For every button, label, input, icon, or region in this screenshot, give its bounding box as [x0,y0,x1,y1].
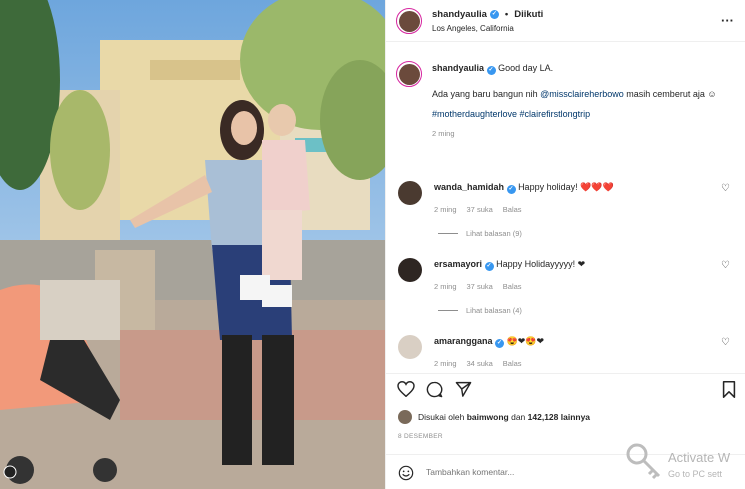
comment-meta: 2 ming 34 suka Balas [434,359,522,368]
comment-likes[interactable]: 37 suka [467,282,493,291]
commenter-avatar[interactable] [398,335,422,359]
comment-time[interactable]: 2 ming [434,282,457,291]
likes-middle: dan [511,412,526,422]
comment-meta: 2 ming 37 suka Balas [434,205,522,214]
separator-dot: • [504,9,509,20]
emoji-icon[interactable] [398,465,414,481]
caption-line-pre: Ada yang baru bangun nih [432,89,538,99]
post-details-panel: shandyaulia ✓ • Diikuti Los Angeles, Cal… [385,0,745,489]
action-bar [386,373,745,403]
verified-icon: ✓ [495,339,505,348]
likes-summary: Disukai oleh baimwong dan 142,128 lainny… [398,410,590,424]
commenter-avatar[interactable] [398,181,422,205]
bookmark-icon[interactable] [722,381,736,398]
caption-text: shandyaulia ✓ Good day LA. Ada yang baru… [432,61,722,141]
post-location[interactable]: Los Angeles, California [432,24,514,33]
comment-meta: 2 ming 37 suka Balas [434,282,522,291]
verified-icon: ✓ [506,185,516,194]
commenter-avatar[interactable] [398,258,422,282]
photo-illustration [0,0,385,489]
watermark-subtitle: Go to PC sett [668,469,723,479]
comments-scroll-area[interactable]: shandyaulia ✓ Good day LA. Ada yang baru… [386,43,745,373]
likes-prefix: Disukai oleh [418,412,465,422]
view-replies-button[interactable]: Lihat balasan (4) [438,306,522,315]
liker-username[interactable]: baimwong [467,412,509,422]
caption-greeting: Good day LA. [498,63,554,73]
watermark-title: Activate W [668,450,731,465]
comment-likes[interactable]: 34 suka [467,359,493,368]
heart-icon[interactable]: ♡ [721,260,730,271]
caption-hashtags[interactable]: #motherdaughterlove #clairefirstlongtrip [432,107,722,121]
caption-username[interactable]: shandyaulia [432,63,484,73]
follow-status-button[interactable]: Diikuti [514,9,543,20]
post-date[interactable]: 8 DESEMBER [398,433,443,440]
reply-button[interactable]: Balas [503,359,522,368]
author-avatar[interactable] [396,8,422,34]
comment-time[interactable]: 2 ming [434,205,457,214]
view-replies-button[interactable]: Lihat balasan (9) [438,229,522,238]
caption-line-post: masih cemberut aja ☺ [626,89,717,99]
caption-time[interactable]: 2 ming [432,127,722,141]
comment-input[interactable] [426,467,626,477]
replies-divider [438,233,458,234]
author-username[interactable]: shandyaulia [432,9,487,20]
post-photo[interactable] [0,0,385,489]
post-header: shandyaulia ✓ • Diikuti Los Angeles, Cal… [386,0,745,42]
author-name-row: shandyaulia ✓ • Diikuti [432,9,543,20]
verified-icon: ✓ [489,10,499,19]
caption-avatar[interactable] [396,61,422,87]
view-replies-label: Lihat balasan (4) [466,306,522,315]
replies-divider [438,310,458,311]
heart-icon[interactable] [397,381,415,397]
reply-button[interactable]: Balas [503,205,522,214]
comment-message: 😍❤😍❤ [506,336,545,346]
comment-time[interactable]: 2 ming [434,359,457,368]
likes-count[interactable]: 142,128 lainnya [528,412,590,422]
reply-button[interactable]: Balas [503,282,522,291]
comment-text: amaranggana ✓ 😍❤😍❤ [434,336,704,348]
verified-icon: ✓ [484,262,494,271]
comment-icon[interactable] [426,381,443,398]
comment-likes[interactable]: 37 suka [467,205,493,214]
verified-icon: ✓ [486,66,496,75]
heart-icon[interactable]: ♡ [721,183,730,194]
commenter-username[interactable]: wanda_hamidah [434,182,504,192]
view-replies-label: Lihat balasan (9) [466,229,522,238]
key-icon [626,443,661,480]
share-icon[interactable] [455,381,472,397]
commenter-username[interactable]: amaranggana [434,336,493,346]
liker-avatar[interactable] [398,410,412,424]
more-icon[interactable]: ··· [721,13,734,28]
comment-text: ersamayori ✓ Happy Holidayyyyy! ❤ [434,259,704,271]
heart-icon[interactable]: ♡ [721,337,730,348]
commenter-username[interactable]: ersamayori [434,259,482,269]
comment-message: Happy Holidayyyyy! ❤ [496,259,586,269]
activation-watermark: Activate W Go to PC sett [625,440,745,485]
comment-text: wanda_hamidah ✓ Happy holiday! ❤️❤️❤️ [434,182,704,194]
caption-mention[interactable]: @missclaireherbowo [540,89,624,99]
comment-message: Happy holiday! ❤️❤️❤️ [518,182,614,192]
